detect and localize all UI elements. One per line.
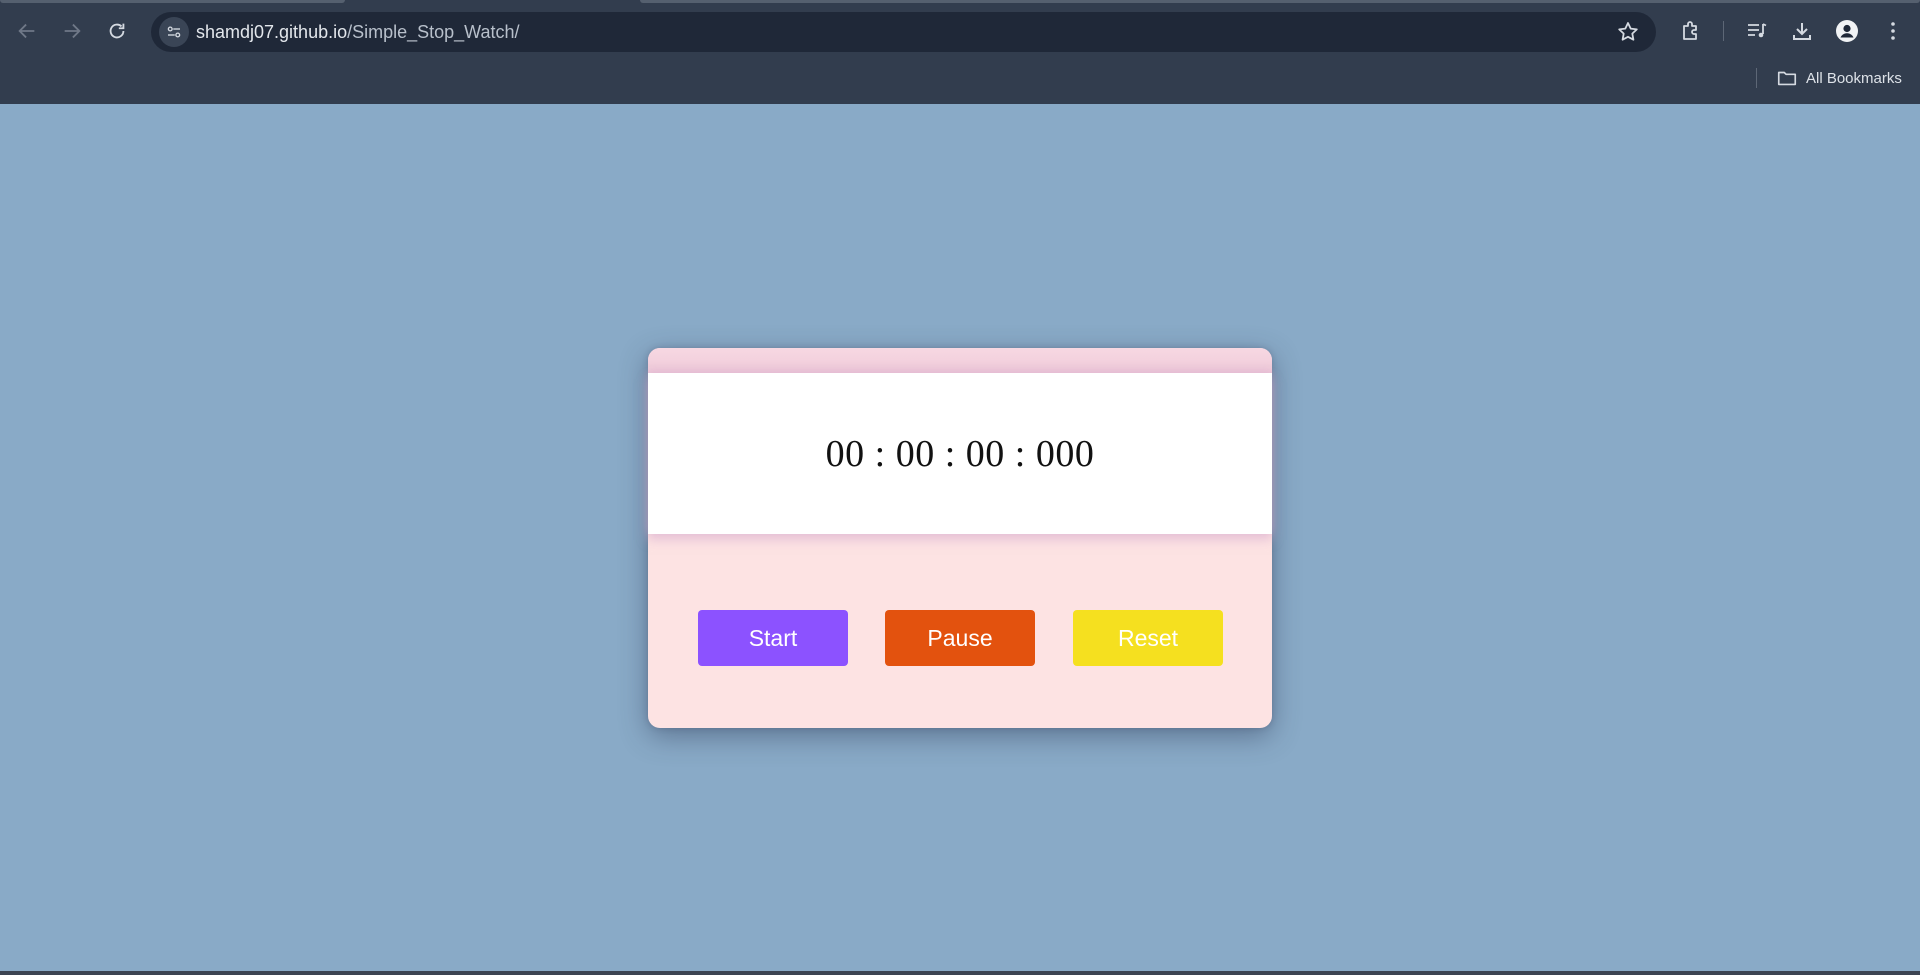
browser-menu-button[interactable] (1879, 17, 1907, 45)
forward-icon (64, 23, 81, 39)
time-display: 00 : 00 : 00 : 000 (825, 432, 1095, 475)
reset-button[interactable]: Reset (1073, 610, 1223, 666)
forward-button[interactable] (55, 14, 89, 48)
reload-button[interactable] (100, 14, 134, 48)
url-host: shamdj07.github.io (196, 22, 348, 42)
start-button[interactable]: Start (698, 610, 848, 666)
folder-icon (1777, 71, 1797, 86)
toolbar-separator (1723, 21, 1724, 41)
menu-icon (1891, 22, 1895, 40)
site-info-icon (167, 26, 181, 38)
extensions-icon (1683, 21, 1697, 40)
tab-strip-edge (0, 0, 345, 3)
url-text[interactable]: shamdj07.github.io/Simple_Stop_Watch/ (196, 22, 520, 43)
stopwatch-card: 00 : 00 : 00 : 000 Start Pause Reset (648, 348, 1272, 728)
tab-strip-edge (640, 0, 1920, 3)
all-bookmarks-button[interactable]: All Bookmarks (1776, 66, 1902, 90)
reload-icon (109, 23, 125, 39)
pause-button[interactable]: Pause (885, 610, 1035, 666)
address-bar[interactable]: shamdj07.github.io/Simple_Stop_Watch/ (151, 12, 1656, 52)
url-path: /Simple_Stop_Watch/ (347, 22, 520, 42)
bookmarks-separator (1756, 68, 1757, 88)
card-header-band (648, 348, 1272, 374)
time-display-panel: 00 : 00 : 00 : 000 (648, 373, 1272, 534)
back-icon (18, 23, 35, 39)
media-control-button[interactable] (1743, 17, 1771, 45)
all-bookmarks-label: All Bookmarks (1806, 69, 1902, 87)
window-bottom-edge (0, 971, 1920, 975)
site-info-button[interactable] (159, 17, 189, 47)
download-icon (1793, 23, 1811, 40)
download-button[interactable] (1788, 17, 1816, 45)
back-button[interactable] (10, 14, 44, 48)
extensions-button[interactable] (1677, 17, 1705, 45)
profile-button[interactable] (1833, 17, 1861, 45)
browser-toolbar: shamdj07.github.io/Simple_Stop_Watch/ Al… (0, 0, 1920, 104)
profile-icon (1836, 20, 1858, 42)
bookmark-star-icon[interactable] (1616, 20, 1640, 44)
media-control-icon (1748, 23, 1767, 38)
